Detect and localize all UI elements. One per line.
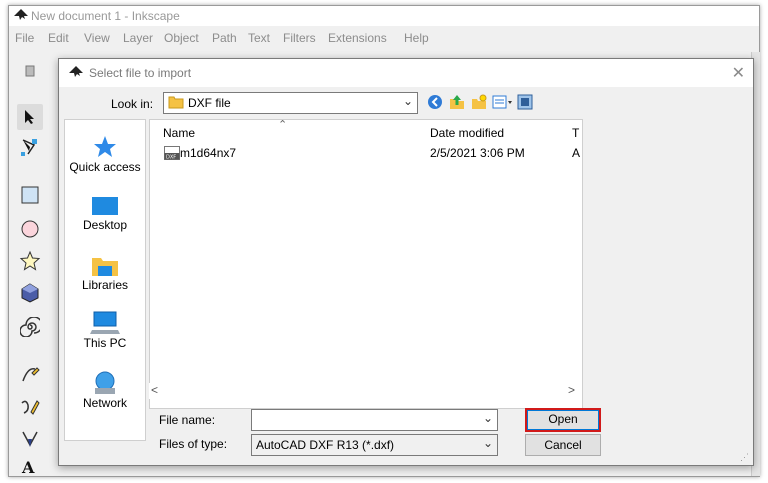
- star-icon: [65, 132, 145, 160]
- menubar: File Edit View Layer Object Path Text Fi…: [9, 28, 759, 48]
- column-header-date[interactable]: Date modified: [430, 126, 504, 140]
- dxf-file-icon: DXF: [164, 146, 180, 163]
- inkscape-logo-icon: [14, 9, 28, 24]
- close-icon[interactable]: ✕: [732, 63, 745, 83]
- spiral-tool-icon[interactable]: [17, 314, 43, 340]
- scroll-right-icon[interactable]: >: [568, 383, 575, 397]
- place-desktop[interactable]: Desktop: [65, 190, 145, 232]
- resize-grip-icon[interactable]: ⋰: [740, 452, 749, 463]
- toolbox: A: [9, 52, 53, 476]
- file-type-value: AutoCAD DXF R13 (*.dxf): [256, 438, 395, 452]
- menu-path[interactable]: Path: [212, 31, 237, 45]
- chevron-down-icon[interactable]: ⌄: [483, 411, 493, 425]
- menu-layer[interactable]: Layer: [123, 31, 153, 45]
- menu-file[interactable]: File: [15, 31, 34, 45]
- look-in-dropdown[interactable]: DXF file ⌄: [163, 92, 418, 114]
- menu-edit[interactable]: Edit: [48, 31, 69, 45]
- file-list: ⌃ Name Date modified T DXF m1d64nx7 2/5/…: [149, 119, 583, 409]
- file-name: m1d64nx7: [180, 146, 237, 160]
- menu-text[interactable]: Text: [248, 31, 270, 45]
- preview-icon[interactable]: [517, 94, 533, 113]
- pencil-tool-icon[interactable]: [17, 362, 43, 388]
- dialog-title: Select file to import: [89, 66, 192, 80]
- sort-up-icon: ⌃: [278, 119, 288, 131]
- horizontal-scrollbar[interactable]: < >: [149, 383, 581, 399]
- computer-icon: [65, 308, 145, 336]
- 3d-box-tool-icon[interactable]: [17, 280, 43, 306]
- open-button[interactable]: Open: [525, 408, 601, 432]
- menu-view[interactable]: View: [84, 31, 110, 45]
- back-icon[interactable]: [427, 94, 443, 113]
- dialog-titlebar: Select file to import ✕: [59, 59, 753, 87]
- places-bar: Quick access Desktop Libraries This PC N…: [64, 119, 146, 441]
- file-name-input[interactable]: [254, 411, 478, 429]
- selector-tool-icon[interactable]: [17, 104, 43, 130]
- column-header-name[interactable]: Name: [163, 126, 195, 140]
- svg-text:A: A: [21, 458, 35, 475]
- menu-filters[interactable]: Filters: [283, 31, 316, 45]
- look-in-label: Look in:: [111, 97, 154, 111]
- libraries-icon: [65, 250, 145, 278]
- inkscape-logo-icon: [69, 66, 83, 81]
- folder-icon: [168, 95, 184, 112]
- chevron-down-icon: ⌄: [402, 94, 413, 108]
- file-name-field[interactable]: ⌄: [251, 409, 498, 431]
- file-name-label: File name:: [159, 413, 216, 427]
- menu-help[interactable]: Help: [404, 31, 429, 45]
- file-type: A: [572, 146, 581, 160]
- column-header-type[interactable]: T: [572, 126, 579, 140]
- text-tool-icon[interactable]: A: [17, 452, 43, 478]
- window-title: New document 1 - Inkscape: [31, 9, 180, 23]
- chevron-down-icon: ⌄: [482, 436, 493, 450]
- file-type-label: Files of type:: [159, 437, 228, 451]
- menu-object[interactable]: Object: [164, 31, 199, 45]
- place-libraries[interactable]: Libraries: [65, 250, 145, 292]
- scroll-left-icon[interactable]: <: [151, 383, 158, 397]
- svg-text:DXF: DXF: [166, 155, 176, 161]
- cancel-button[interactable]: Cancel: [525, 434, 601, 456]
- ellipse-tool-icon[interactable]: [17, 216, 43, 242]
- file-row[interactable]: DXF m1d64nx7 2/5/2021 3:06 PM A: [160, 144, 580, 162]
- place-network[interactable]: Network: [65, 368, 145, 410]
- up-folder-icon[interactable]: [449, 94, 465, 113]
- menu-extensions[interactable]: Extensions: [328, 31, 387, 45]
- network-icon: [65, 368, 145, 396]
- node-tool-icon[interactable]: [17, 134, 43, 160]
- star-tool-icon[interactable]: [17, 248, 43, 274]
- toolbar-handle-icon[interactable]: [17, 58, 43, 84]
- pen-tool-icon[interactable]: [17, 426, 43, 452]
- new-folder-icon[interactable]: [471, 94, 487, 113]
- window-titlebar: New document 1 - Inkscape: [9, 6, 759, 26]
- calligraphy-tool-icon[interactable]: [17, 394, 43, 420]
- look-in-value: DXF file: [188, 96, 231, 110]
- place-quick-access[interactable]: Quick access: [65, 132, 145, 174]
- file-type-dropdown[interactable]: AutoCAD DXF R13 (*.dxf) ⌄: [251, 434, 498, 456]
- import-file-dialog: Select file to import ✕ Look in: DXF fil…: [58, 58, 754, 466]
- place-this-pc[interactable]: This PC: [65, 308, 145, 350]
- desktop-icon: [65, 190, 145, 218]
- file-date: 2/5/2021 3:06 PM: [430, 146, 525, 160]
- view-menu-icon[interactable]: [492, 94, 514, 113]
- rectangle-tool-icon[interactable]: [17, 182, 43, 208]
